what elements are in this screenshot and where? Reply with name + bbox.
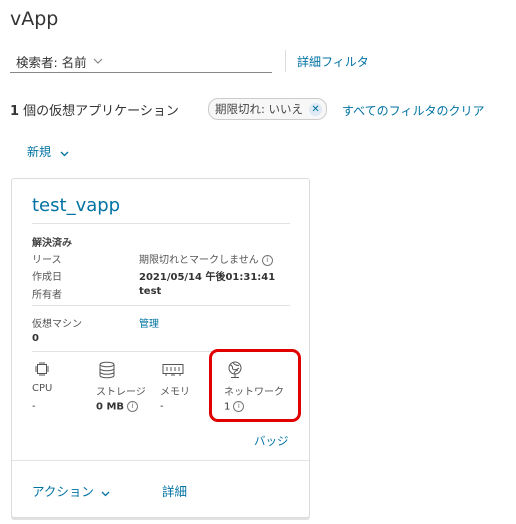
vapp-card: test_vapp 解決済み リース 期限切れとマークしません i 作成日 202…: [11, 178, 310, 518]
lease-value-text: 期限切れとマークしません: [139, 255, 259, 266]
divider: [285, 50, 286, 72]
manage-vms-link[interactable]: 管理: [139, 315, 159, 330]
lease-value: 期限切れとマークしません i: [139, 251, 273, 266]
info-icon[interactable]: i: [261, 254, 273, 266]
storage-icon: [98, 361, 116, 379]
memory-label: メモリ: [160, 387, 190, 398]
filter-chip-expired: 期限切れ: いいえ ✕: [208, 98, 328, 120]
cpu-icon: [34, 361, 50, 377]
chevron-down-icon: [93, 56, 103, 67]
result-count: 1 個の仮想アプリケーション: [10, 100, 179, 119]
chevron-down-icon: [98, 489, 110, 499]
close-icon[interactable]: ✕: [309, 102, 323, 116]
highlight-annotation: [209, 349, 301, 422]
details-button[interactable]: 詳細: [162, 481, 187, 500]
cpu-value: -: [32, 401, 36, 412]
cpu-label: CPU: [32, 383, 53, 394]
search-filter-dropdown[interactable]: 検索者: 名前: [10, 50, 272, 73]
created-value: 2021/05/14 午後01:31:41: [139, 272, 276, 283]
memory-value: -: [160, 401, 164, 412]
clear-filters-link[interactable]: すべてのフィルタのクリア: [342, 102, 484, 119]
new-button-label: 新規: [27, 145, 52, 159]
storage-label: ストレージ: [96, 387, 146, 398]
owner-value: test: [139, 286, 162, 297]
actions-button[interactable]: アクション: [32, 481, 110, 500]
result-count-label: 個の仮想アプリケーション: [19, 104, 179, 119]
divider: [32, 223, 290, 224]
result-count-number: 1: [10, 104, 20, 119]
info-icon[interactable]: i: [127, 401, 139, 412]
vm-key: 仮想マシン: [32, 319, 82, 330]
badge-link[interactable]: バッジ: [254, 433, 289, 449]
page-title: vApp: [10, 8, 59, 30]
filter-chip-label: 期限切れ: いいえ: [215, 102, 304, 116]
storage-value: 0 MB i: [96, 401, 139, 413]
search-filter-label: 検索者: 名前: [16, 54, 87, 70]
actions-label: アクション: [32, 484, 94, 499]
vm-count: 0: [32, 333, 39, 344]
advanced-filter-link[interactable]: 詳細フィルタ: [297, 53, 369, 70]
memory-icon: [162, 363, 184, 377]
chevron-down-icon: [57, 149, 69, 159]
divider: [12, 460, 309, 461]
divider: [32, 305, 290, 306]
new-button[interactable]: 新規: [27, 143, 69, 160]
owner-key: 所有者: [32, 290, 62, 301]
vapp-name-link[interactable]: test_vapp: [32, 195, 120, 216]
lease-key: リース: [32, 255, 62, 266]
status-text: 解決済み: [32, 238, 72, 249]
storage-value-text: 0 MB: [96, 401, 125, 413]
created-key: 作成日: [32, 272, 62, 283]
